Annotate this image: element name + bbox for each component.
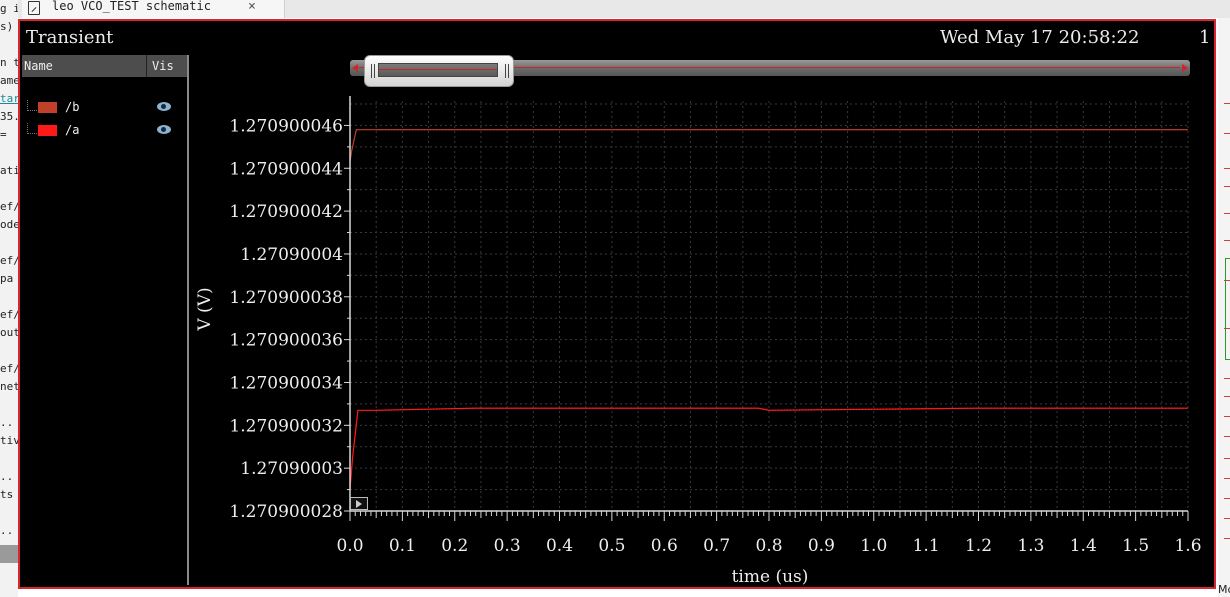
- green-bracket: [1225, 258, 1230, 360]
- y-tick-label: 1.270900046: [229, 116, 343, 136]
- plot-axes: 1.270900046 1.270900044 1.270900042 1.27090…: [229, 96, 1202, 556]
- x-tick-label: 1.1: [913, 536, 940, 556]
- waveform-window: Transient Wed May 17 20:58:22 1 Name Vis…: [18, 19, 1216, 589]
- play-icon[interactable]: [350, 497, 368, 510]
- right-background-strip: Mc: [1218, 18, 1230, 597]
- tab-schematic[interactable]: leo VCO_TEST schematic ×: [22, 0, 285, 18]
- y-tick-label: 1.27090003: [240, 459, 343, 479]
- x-tick-label: 0.4: [546, 536, 573, 556]
- x-tick-label: 0.0: [336, 536, 363, 556]
- y-tick-label: 1.270900038: [229, 288, 343, 308]
- document-icon: [28, 1, 40, 15]
- background-text-line: ..: [0, 470, 14, 483]
- background-text-line: ..: [0, 416, 14, 429]
- background-text-line: ati: [0, 164, 18, 177]
- y-tick-label: 1.270900042: [229, 202, 343, 222]
- background-text-line: 35.: [0, 110, 18, 123]
- y-tick-label: 1.270900034: [229, 373, 343, 393]
- x-tick-label: 1.4: [1070, 536, 1097, 556]
- background-text-line: ode: [0, 218, 18, 231]
- y-tick-label: 1.27090004: [240, 245, 343, 265]
- x-axis-label: time (us): [732, 567, 809, 587]
- tab-bar: leo VCO_TEST schematic ×: [18, 0, 1230, 18]
- background-text-line: net: [0, 380, 18, 393]
- background-text-line: ef/: [0, 308, 18, 321]
- x-tick-label: 1.6: [1174, 536, 1201, 556]
- background-editor-strip: g i s) n t ame tar 35. = ati ef/ode ef/pa ef/out ef…: [0, 0, 18, 597]
- background-text-line: ..: [0, 524, 14, 537]
- scrollbar-block[interactable]: [0, 545, 18, 563]
- background-text-line: ame: [0, 74, 18, 87]
- background-text-line: ef/: [0, 254, 18, 267]
- x-tick-label: 0.9: [808, 536, 835, 556]
- x-tick-label: 1.2: [965, 536, 992, 556]
- close-icon[interactable]: ×: [248, 0, 256, 14]
- background-text-line: g i: [0, 2, 18, 15]
- tab-label: leo VCO_TEST schematic: [52, 0, 211, 13]
- background-text-line: ef/: [0, 362, 18, 375]
- x-tick-label: 0.5: [598, 536, 625, 556]
- x-tick-label: 0.7: [703, 536, 730, 556]
- background-text-line: ts: [0, 488, 14, 501]
- right-strip-text: Mc: [1218, 583, 1230, 596]
- x-tick-label: 0.6: [651, 536, 678, 556]
- y-tick-label: 1.270900044: [229, 159, 343, 179]
- background-text-line: ef/: [0, 200, 18, 213]
- background-text-line: out: [0, 326, 18, 339]
- y-tick-label: 1.270900036: [229, 331, 343, 351]
- x-tick-label: 0.2: [441, 536, 468, 556]
- x-tick-label: 1.5: [1122, 536, 1149, 556]
- background-text-line: tiv: [0, 434, 18, 447]
- background-text-line: s): [0, 20, 14, 33]
- y-axis-label: V (V): [195, 287, 215, 331]
- background-text-line: tar: [0, 92, 18, 105]
- x-tick-label: 0.8: [755, 536, 782, 556]
- background-text-line: pa: [0, 272, 14, 285]
- y-tick-label: 1.270900032: [229, 416, 343, 436]
- x-tick-label: 0.1: [389, 536, 416, 556]
- background-text-line: =: [0, 128, 7, 141]
- plot-grid: [349, 101, 1189, 512]
- x-tick-label: 0.3: [494, 536, 521, 556]
- x-tick-label: 1.0: [860, 536, 887, 556]
- plot-series: [349, 128, 1188, 490]
- x-tick-label: 1.3: [1017, 536, 1044, 556]
- waveform-plot[interactable]: 1.270900046 1.270900044 1.270900042 1.27090…: [20, 21, 1214, 587]
- y-tick-label: 1.270900028: [229, 502, 343, 522]
- background-text-line: n t: [0, 56, 18, 69]
